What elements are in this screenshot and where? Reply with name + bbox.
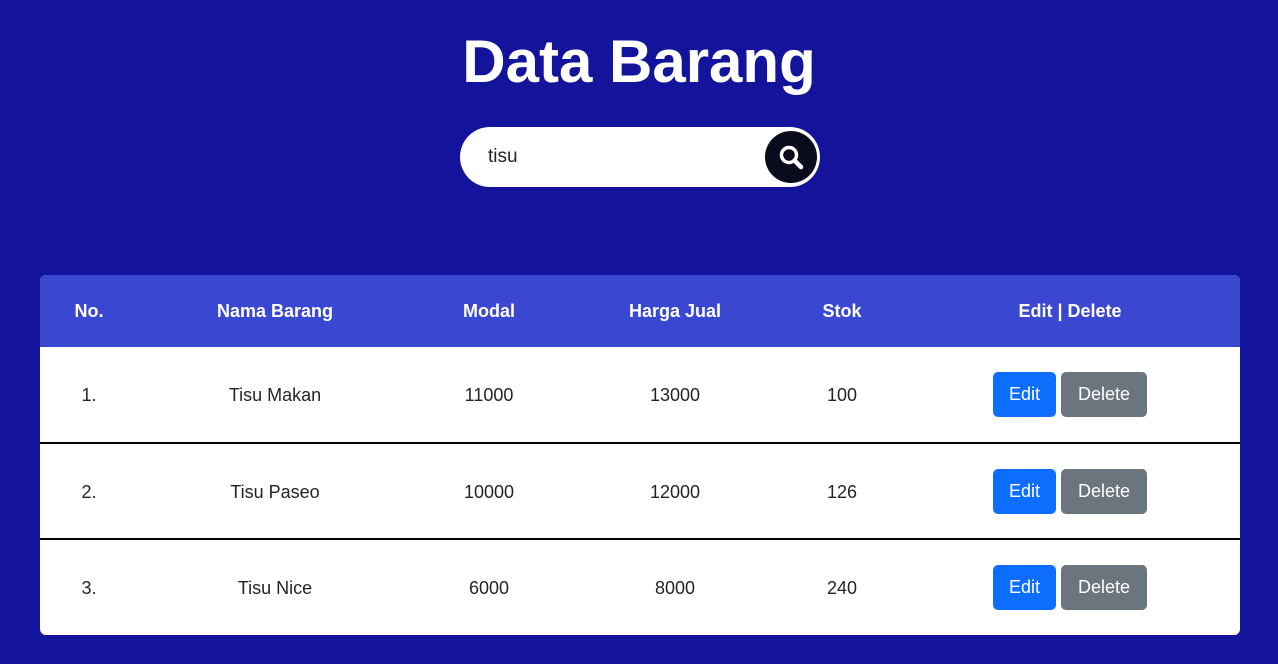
cell-stok: 100: [826, 385, 858, 405]
edit-button[interactable]: Edit: [993, 565, 1056, 610]
search-box: [460, 127, 820, 187]
table-row: 2. Tisu Paseo 10000 12000 126 Edit Delet…: [40, 444, 1240, 540]
header-modal: Modal: [463, 301, 515, 321]
search-input[interactable]: [488, 141, 758, 173]
cell-modal: 11000: [464, 385, 514, 405]
table-row: 1. Tisu Makan 11000 13000 100 Edit Delet…: [40, 347, 1240, 444]
header-no: No.: [74, 301, 104, 321]
edit-button[interactable]: Edit: [993, 469, 1056, 514]
cell-harga-jual: 13000: [649, 385, 701, 405]
delete-button[interactable]: Delete: [1061, 469, 1147, 514]
cell-harga-jual: 12000: [649, 482, 701, 502]
header-edit-delete: Edit | Delete: [1018, 301, 1122, 321]
header-nama-barang: Nama Barang: [216, 301, 334, 321]
delete-button[interactable]: Delete: [1061, 565, 1147, 610]
header-harga-jual: Harga Jual: [628, 301, 722, 321]
cell-no: 2.: [81, 482, 97, 502]
cell-stok: 240: [826, 578, 858, 598]
data-table: No. Nama Barang Modal Harga Jual Stok Ed…: [40, 275, 1240, 635]
cell-nama-barang: Tisu Makan: [228, 385, 322, 405]
page-title: Data Barang: [462, 28, 816, 95]
cell-harga-jual: 8000: [654, 578, 696, 598]
search-button[interactable]: [765, 131, 817, 183]
cell-modal: 10000: [463, 482, 515, 502]
delete-button[interactable]: Delete: [1061, 372, 1147, 417]
cell-no: 1.: [81, 385, 97, 405]
search-icon: [779, 145, 804, 170]
header-stok: Stok: [822, 301, 862, 321]
edit-button[interactable]: Edit: [993, 372, 1056, 417]
cell-nama-barang: Tisu Nice: [237, 578, 313, 598]
table-header: No. Nama Barang Modal Harga Jual Stok Ed…: [40, 275, 1240, 347]
cell-no: 3.: [81, 578, 97, 598]
cell-modal: 6000: [468, 578, 510, 598]
cell-stok: 126: [826, 482, 858, 502]
cell-nama-barang: Tisu Paseo: [230, 482, 320, 502]
table-row: 3. Tisu Nice 6000 8000 240 Edit Delete: [40, 540, 1240, 635]
